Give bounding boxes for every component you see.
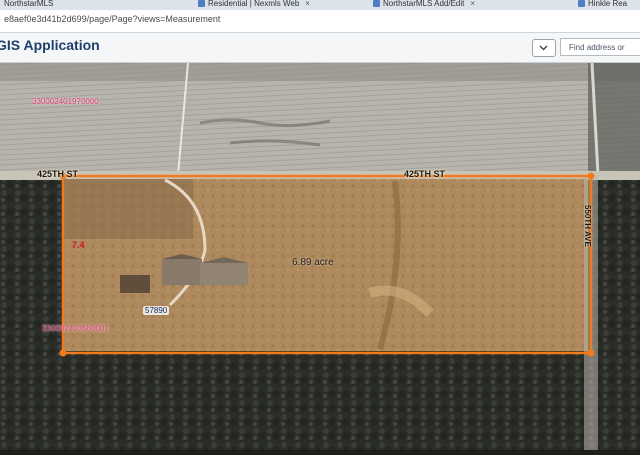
tab-label: NorthstarMLS Add/Edit bbox=[383, 0, 465, 8]
vertex-handle[interactable] bbox=[59, 349, 67, 357]
browser-tab-nexmls[interactable]: Residential | Nexmls Web × bbox=[198, 0, 363, 10]
vertex-handle[interactable] bbox=[587, 172, 595, 180]
street-label: 425TH ST bbox=[37, 169, 79, 179]
dropdown-button[interactable] bbox=[532, 39, 556, 57]
page-icon bbox=[373, 0, 380, 8]
chevron-down-icon bbox=[539, 45, 548, 51]
street-label: 550TH AVE bbox=[583, 205, 592, 247]
page-icon bbox=[198, 0, 205, 8]
url-text: e8aef0e3d41b2d699/page/Page?views=Measur… bbox=[4, 14, 221, 24]
browser-tab-northstar[interactable]: NorthstarMLS bbox=[4, 0, 74, 10]
map-view[interactable]: 330002401970000 425TH ST 425TH ST 550TH … bbox=[0, 62, 640, 450]
browser-tab-addedit[interactable]: NorthstarMLS Add/Edit × bbox=[373, 0, 538, 10]
browser-tab-hinkle[interactable]: Hinkle Rea bbox=[578, 0, 640, 10]
search-input[interactable]: Find address or bbox=[560, 38, 640, 56]
page-icon bbox=[578, 0, 585, 8]
parcel-id-label: 330002401970000 bbox=[32, 97, 99, 106]
street-label: 425TH ST bbox=[404, 169, 446, 179]
app-header: GIS Application Find address or bbox=[0, 33, 640, 63]
close-icon[interactable]: × bbox=[305, 0, 310, 8]
tab-label: Hinkle Rea bbox=[588, 0, 628, 8]
browser-tab-strip: NorthstarMLS Residential | Nexmls Web × N… bbox=[0, 0, 640, 10]
search-placeholder: Find address or bbox=[569, 43, 625, 52]
close-icon[interactable]: × bbox=[470, 0, 475, 8]
address-number-label: 57890 bbox=[143, 306, 170, 315]
app-title: GIS Application bbox=[0, 37, 100, 53]
vertex-handle[interactable] bbox=[587, 349, 595, 357]
address-bar[interactable]: e8aef0e3d41b2d699/page/Page?views=Measur… bbox=[0, 10, 640, 33]
tab-label: Residential | Nexmls Web bbox=[208, 0, 300, 8]
tab-label: NorthstarMLS bbox=[4, 0, 54, 8]
parcel-id-label: 330002403580001 bbox=[42, 324, 109, 333]
area-measurement-label: 6.89 acre bbox=[292, 257, 334, 268]
parcel-marker: 7.4 bbox=[72, 240, 85, 250]
